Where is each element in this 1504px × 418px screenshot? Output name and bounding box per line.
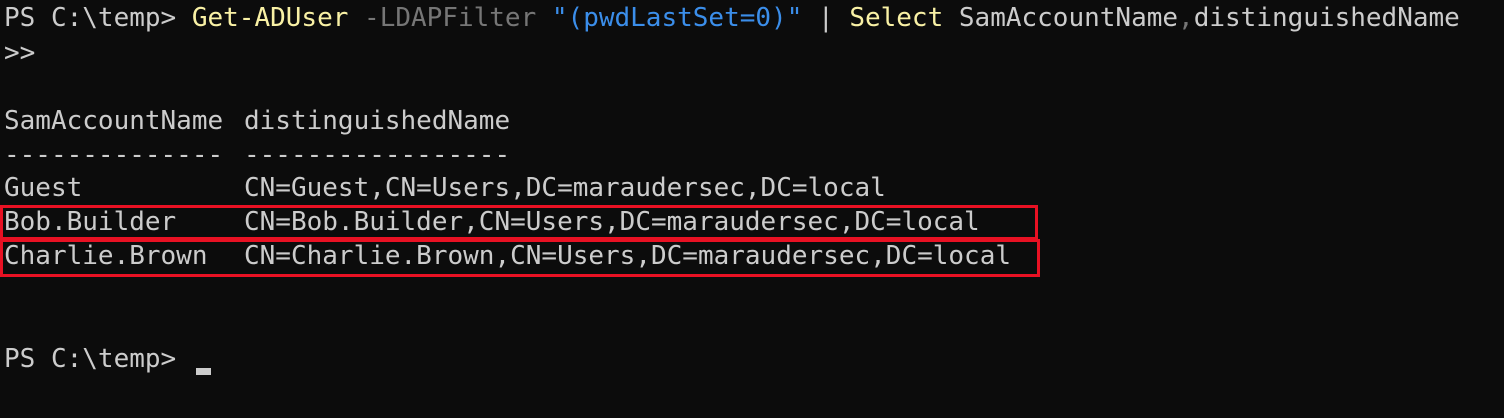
header-samaccountname: SamAccountName [4, 106, 224, 136]
row-samaccountname: Guest [4, 173, 83, 203]
select-arg-2: distinguishedName [1193, 3, 1460, 33]
parameter-token: -LDAPFilter [348, 3, 552, 33]
continuation-prompt: >> [4, 38, 36, 68]
select-cmdlet-token: Select [849, 3, 944, 33]
separator-col2: ----------------- [244, 140, 511, 170]
table-row: Guest CN=Guest,CN=Users,DC=maraudersec,DC… [4, 171, 886, 205]
header-distinguishedname: distinguishedName [244, 106, 511, 136]
cmdlet-token: Get-ADUser [191, 3, 349, 33]
pipe-token: | [802, 3, 850, 33]
separator-col1: -------------- [4, 140, 224, 170]
final-prompt: PS C:\temp> [4, 344, 192, 374]
filter-string-token: "(pwdLastSet=0)" [551, 3, 803, 33]
row-distinguishedname: CN=Guest,CN=Users,DC=maraudersec,DC=loca… [244, 173, 886, 203]
text-cursor [196, 368, 211, 375]
highlight-box-bob-builder [0, 205, 1038, 240]
select-comma: , [1178, 3, 1194, 33]
highlight-box-charlie-brown [0, 239, 1040, 277]
table-separator: -------------- ----------------- [4, 138, 510, 172]
table-header: SamAccountName distinguishedName [4, 104, 510, 138]
command-line: PS C:\temp> Get-ADUser -LDAPFilter "(pwd… [4, 1, 1460, 35]
powershell-terminal[interactable]: PS C:\temp> Get-ADUser -LDAPFilter "(pwd… [0, 0, 1504, 418]
prompt: PS C:\temp> [4, 3, 192, 33]
select-arg-1: SamAccountName [943, 3, 1179, 33]
